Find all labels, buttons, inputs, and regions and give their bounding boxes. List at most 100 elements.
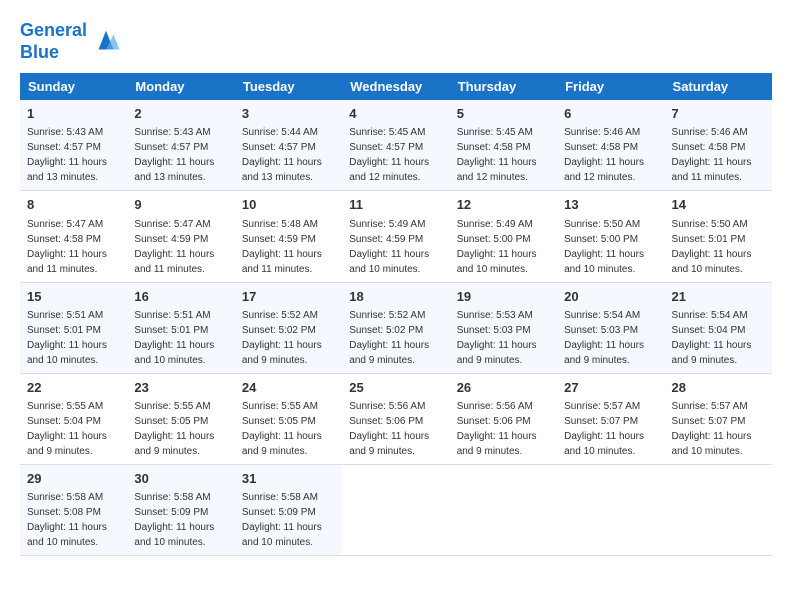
day-info: Sunrise: 5:43 AMSunset: 4:57 PMDaylight:… xyxy=(27,127,107,183)
calendar-day-24: 24Sunrise: 5:55 AMSunset: 5:05 PMDayligh… xyxy=(235,373,342,464)
calendar-day-10: 10 Sunrise: 5:48 AMSunset: 4:59 PMDayligh… xyxy=(235,191,342,282)
calendar-week-3: 15 Sunrise: 5:51 AMSunset: 5:01 PMDayligh… xyxy=(20,282,772,373)
day-number: 18 xyxy=(349,288,442,306)
calendar-day-1: 1 Sunrise: 5:43 AMSunset: 4:57 PMDaylight… xyxy=(20,100,127,191)
day-number: 13 xyxy=(564,196,657,214)
day-number: 14 xyxy=(672,196,765,214)
day-info: Sunrise: 5:54 AMSunset: 5:04 PMDaylight:… xyxy=(672,310,752,366)
page-header: General Blue xyxy=(20,20,772,63)
day-info: Sunrise: 5:49 AMSunset: 4:59 PMDaylight:… xyxy=(349,219,429,275)
day-info: Sunrise: 5:43 AMSunset: 4:57 PMDaylight:… xyxy=(134,127,214,183)
calendar-day-21: 21 Sunrise: 5:54 AMSunset: 5:04 PMDayligh… xyxy=(665,282,772,373)
calendar-day-5: 5 Sunrise: 5:45 AMSunset: 4:58 PMDaylight… xyxy=(450,100,557,191)
day-info: Sunrise: 5:52 AMSunset: 5:02 PMDaylight:… xyxy=(242,310,322,366)
day-number: 1 xyxy=(27,105,120,123)
day-info: Sunrise: 5:48 AMSunset: 4:59 PMDaylight:… xyxy=(242,219,322,275)
calendar-day-17: 17 Sunrise: 5:52 AMSunset: 5:02 PMDayligh… xyxy=(235,282,342,373)
empty-cell xyxy=(665,464,772,555)
weekday-header-tuesday: Tuesday xyxy=(235,73,342,100)
calendar-day-15: 15Sunrise: 5:51 AMSunset: 5:01 PMDayligh… xyxy=(20,282,127,373)
day-number: 21 xyxy=(672,288,765,306)
day-number: 11 xyxy=(349,196,442,214)
calendar-week-1: 1 Sunrise: 5:43 AMSunset: 4:57 PMDaylight… xyxy=(20,100,772,191)
weekday-header-saturday: Saturday xyxy=(665,73,772,100)
empty-cell xyxy=(557,464,664,555)
weekday-header-wednesday: Wednesday xyxy=(342,73,449,100)
calendar-day-3: 3 Sunrise: 5:44 AMSunset: 4:57 PMDaylight… xyxy=(235,100,342,191)
day-number: 19 xyxy=(457,288,550,306)
day-info: Sunrise: 5:44 AMSunset: 4:57 PMDaylight:… xyxy=(242,127,322,183)
day-number: 24 xyxy=(242,379,335,397)
calendar-day-12: 12 Sunrise: 5:49 AMSunset: 5:00 PMDayligh… xyxy=(450,191,557,282)
day-number: 9 xyxy=(134,196,227,214)
day-number: 4 xyxy=(349,105,442,123)
calendar-day-8: 8 Sunrise: 5:47 AMSunset: 4:58 PMDaylight… xyxy=(20,191,127,282)
day-info: Sunrise: 5:58 AMSunset: 5:09 PMDaylight:… xyxy=(242,492,322,548)
day-number: 10 xyxy=(242,196,335,214)
calendar-day-13: 13Sunrise: 5:50 AMSunset: 5:00 PMDayligh… xyxy=(557,191,664,282)
logo-text: General Blue xyxy=(20,20,87,63)
calendar-day-25: 25 Sunrise: 5:56 AMSunset: 5:06 PMDayligh… xyxy=(342,373,449,464)
empty-cell xyxy=(342,464,449,555)
day-info: Sunrise: 5:47 AMSunset: 4:59 PMDaylight:… xyxy=(134,219,214,275)
day-number: 8 xyxy=(27,196,120,214)
day-number: 31 xyxy=(242,470,335,488)
day-info: Sunrise: 5:45 AMSunset: 4:58 PMDaylight:… xyxy=(457,127,537,183)
day-info: Sunrise: 5:51 AMSunset: 5:01 PMDaylight:… xyxy=(134,310,214,366)
calendar-day-11: 11 Sunrise: 5:49 AMSunset: 4:59 PMDayligh… xyxy=(342,191,449,282)
day-info: Sunrise: 5:45 AMSunset: 4:57 PMDaylight:… xyxy=(349,127,429,183)
calendar-day-23: 23Sunrise: 5:55 AMSunset: 5:05 PMDayligh… xyxy=(127,373,234,464)
day-number: 15 xyxy=(27,288,120,306)
empty-cell xyxy=(450,464,557,555)
calendar-day-28: 28 Sunrise: 5:57 AMSunset: 5:07 PMDayligh… xyxy=(665,373,772,464)
day-info: Sunrise: 5:55 AMSunset: 5:04 PMDaylight:… xyxy=(27,401,107,457)
day-number: 29 xyxy=(27,470,120,488)
calendar-table: SundayMondayTuesdayWednesdayThursdayFrid… xyxy=(20,73,772,556)
calendar-week-2: 8 Sunrise: 5:47 AMSunset: 4:58 PMDaylight… xyxy=(20,191,772,282)
calendar-day-20: 20 Sunrise: 5:54 AMSunset: 5:03 PMDayligh… xyxy=(557,282,664,373)
day-info: Sunrise: 5:47 AMSunset: 4:58 PMDaylight:… xyxy=(27,219,107,275)
day-number: 7 xyxy=(672,105,765,123)
day-number: 25 xyxy=(349,379,442,397)
day-number: 16 xyxy=(134,288,227,306)
day-info: Sunrise: 5:46 AMSunset: 4:58 PMDaylight:… xyxy=(672,127,752,183)
calendar-day-19: 19 Sunrise: 5:53 AMSunset: 5:03 PMDayligh… xyxy=(450,282,557,373)
day-info: Sunrise: 5:57 AMSunset: 5:07 PMDaylight:… xyxy=(672,401,752,457)
weekday-header-monday: Monday xyxy=(127,73,234,100)
calendar-day-4: 4 Sunrise: 5:45 AMSunset: 4:57 PMDaylight… xyxy=(342,100,449,191)
day-number: 6 xyxy=(564,105,657,123)
day-info: Sunrise: 5:52 AMSunset: 5:02 PMDaylight:… xyxy=(349,310,429,366)
calendar-week-5: 29 Sunrise: 5:58 AMSunset: 5:08 PMDayligh… xyxy=(20,464,772,555)
weekday-header-thursday: Thursday xyxy=(450,73,557,100)
calendar-day-7: 7 Sunrise: 5:46 AMSunset: 4:58 PMDaylight… xyxy=(665,100,772,191)
calendar-day-18: 18 Sunrise: 5:52 AMSunset: 5:02 PMDayligh… xyxy=(342,282,449,373)
weekday-header-sunday: Sunday xyxy=(20,73,127,100)
day-info: Sunrise: 5:53 AMSunset: 5:03 PMDaylight:… xyxy=(457,310,537,366)
day-number: 23 xyxy=(134,379,227,397)
day-info: Sunrise: 5:50 AMSunset: 5:01 PMDaylight:… xyxy=(672,219,752,275)
day-number: 30 xyxy=(134,470,227,488)
day-number: 22 xyxy=(27,379,120,397)
day-number: 20 xyxy=(564,288,657,306)
calendar-day-22: 22 Sunrise: 5:55 AMSunset: 5:04 PMDayligh… xyxy=(20,373,127,464)
calendar-day-9: 9 Sunrise: 5:47 AMSunset: 4:59 PMDaylight… xyxy=(127,191,234,282)
day-info: Sunrise: 5:46 AMSunset: 4:58 PMDaylight:… xyxy=(564,127,644,183)
logo: General Blue xyxy=(20,20,121,63)
day-info: Sunrise: 5:56 AMSunset: 5:06 PMDaylight:… xyxy=(349,401,429,457)
day-number: 17 xyxy=(242,288,335,306)
day-info: Sunrise: 5:58 AMSunset: 5:08 PMDaylight:… xyxy=(27,492,107,548)
calendar-day-2: 2Sunrise: 5:43 AMSunset: 4:57 PMDaylight… xyxy=(127,100,234,191)
day-info: Sunrise: 5:54 AMSunset: 5:03 PMDaylight:… xyxy=(564,310,644,366)
day-number: 3 xyxy=(242,105,335,123)
calendar-day-29: 29 Sunrise: 5:58 AMSunset: 5:08 PMDayligh… xyxy=(20,464,127,555)
day-info: Sunrise: 5:49 AMSunset: 5:00 PMDaylight:… xyxy=(457,219,537,275)
day-number: 27 xyxy=(564,379,657,397)
day-number: 28 xyxy=(672,379,765,397)
calendar-week-4: 22 Sunrise: 5:55 AMSunset: 5:04 PMDayligh… xyxy=(20,373,772,464)
day-info: Sunrise: 5:56 AMSunset: 5:06 PMDaylight:… xyxy=(457,401,537,457)
calendar-day-30: 30 Sunrise: 5:58 AMSunset: 5:09 PMDayligh… xyxy=(127,464,234,555)
day-number: 5 xyxy=(457,105,550,123)
day-number: 12 xyxy=(457,196,550,214)
calendar-day-14: 14 Sunrise: 5:50 AMSunset: 5:01 PMDayligh… xyxy=(665,191,772,282)
day-info: Sunrise: 5:58 AMSunset: 5:09 PMDaylight:… xyxy=(134,492,214,548)
